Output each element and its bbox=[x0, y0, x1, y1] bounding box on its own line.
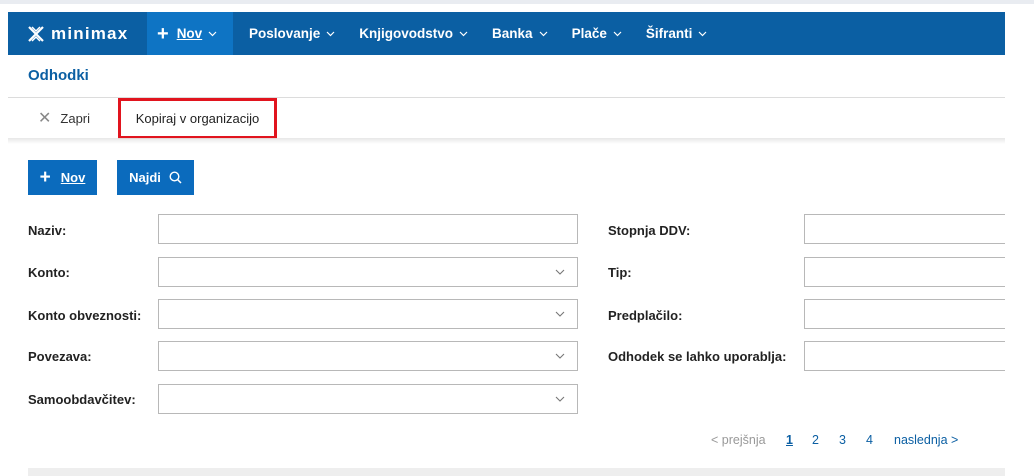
nav-item-knjigovodstvo[interactable]: Knjigovodstvo bbox=[347, 12, 480, 55]
nav-item-sifranti[interactable]: Šifranti bbox=[634, 12, 720, 55]
plus-icon: + bbox=[157, 22, 169, 45]
pager-page-1[interactable]: 1 bbox=[786, 433, 793, 447]
brand-name: minimax bbox=[51, 23, 129, 43]
nav-item-label: Banka bbox=[492, 26, 533, 41]
chevron-down-icon bbox=[698, 31, 707, 36]
uporabnost-select[interactable] bbox=[804, 341, 1005, 371]
nav-item-label: Plače bbox=[571, 26, 607, 41]
nav-item-place[interactable]: Plače bbox=[560, 12, 634, 55]
predplacilo-select[interactable] bbox=[804, 299, 1005, 329]
brand-logo[interactable]: minimax bbox=[8, 12, 147, 55]
nav-item-label: Knjigovodstvo bbox=[359, 26, 454, 41]
konto-select[interactable] bbox=[158, 257, 578, 287]
povezava-select[interactable] bbox=[158, 341, 578, 371]
action-bar: ✕ Zapri Kopiraj v organizacijo bbox=[8, 98, 1005, 139]
samoobdavcitev-label: Samoobdavčitev: bbox=[28, 392, 136, 407]
copy-label: Kopiraj v organizacijo bbox=[135, 111, 260, 126]
naziv-input[interactable] bbox=[158, 214, 578, 244]
konto-obveznosti-select[interactable] bbox=[158, 299, 578, 329]
uporabnost-label: Odhodek se lahko uporablja: bbox=[608, 349, 787, 364]
chevron-down-icon bbox=[613, 31, 622, 36]
new-button[interactable]: + Nov bbox=[28, 160, 97, 195]
nav-item-poslovanje[interactable]: Poslovanje bbox=[237, 12, 347, 55]
nav-item-label: Šifranti bbox=[645, 26, 693, 41]
pager-page-3[interactable]: 3 bbox=[839, 433, 846, 447]
pager-page-2[interactable]: 2 bbox=[812, 433, 819, 447]
pager-prev[interactable]: < prejšnja bbox=[711, 433, 766, 447]
tip-select[interactable] bbox=[804, 257, 1005, 287]
close-button[interactable]: ✕ Zapri bbox=[38, 98, 90, 138]
pager-page-4[interactable]: 4 bbox=[866, 433, 873, 447]
find-button-label: Najdi bbox=[129, 170, 161, 185]
chevron-down-icon bbox=[555, 311, 565, 317]
page: minimax + Nov Poslovanje Knjigovodstvo B… bbox=[8, 12, 1005, 476]
results-bar bbox=[28, 468, 1005, 476]
tip-label: Tip: bbox=[608, 265, 632, 280]
search-icon bbox=[169, 171, 182, 184]
nav-new-menu[interactable]: + Nov bbox=[147, 12, 233, 55]
close-label: Zapri bbox=[60, 110, 91, 126]
stopnja-ddv-select[interactable] bbox=[804, 214, 1005, 244]
chevron-down-icon bbox=[555, 396, 565, 402]
action-bar-shadow bbox=[8, 138, 1005, 144]
chevron-down-icon bbox=[459, 31, 468, 36]
naziv-label: Naziv: bbox=[28, 223, 67, 238]
stopnja-ddv-label: Stopnja DDV: bbox=[608, 223, 691, 238]
chevron-down-icon bbox=[555, 353, 565, 359]
copy-to-organization-button[interactable]: Kopiraj v organizacijo bbox=[118, 98, 277, 139]
new-button-label: Nov bbox=[60, 170, 86, 185]
nav-new-label: Nov bbox=[176, 26, 203, 41]
find-button[interactable]: Najdi bbox=[117, 160, 194, 195]
chevron-down-icon bbox=[208, 31, 217, 36]
minimax-logo-icon bbox=[28, 25, 44, 42]
konto-obveznosti-label: Konto obveznosti: bbox=[28, 308, 142, 323]
plus-icon: + bbox=[39, 167, 51, 188]
povezava-label: Povezava: bbox=[28, 349, 92, 364]
window-top-strip bbox=[0, 0, 1034, 4]
nav-item-banka[interactable]: Banka bbox=[480, 12, 560, 55]
pager-next[interactable]: naslednja > bbox=[894, 433, 958, 447]
samoobdavcitev-select[interactable] bbox=[158, 384, 578, 414]
chevron-down-icon bbox=[539, 31, 547, 36]
predplacilo-label: Predplačilo: bbox=[608, 308, 683, 323]
page-title: Odhodki bbox=[28, 67, 89, 84]
nav-item-label: Poslovanje bbox=[249, 26, 321, 41]
konto-label: Konto: bbox=[28, 265, 70, 280]
top-navbar: minimax + Nov Poslovanje Knjigovodstvo B… bbox=[8, 12, 1005, 55]
chevron-down-icon bbox=[326, 31, 335, 36]
close-icon: ✕ bbox=[38, 110, 52, 127]
chevron-down-icon bbox=[555, 269, 565, 275]
